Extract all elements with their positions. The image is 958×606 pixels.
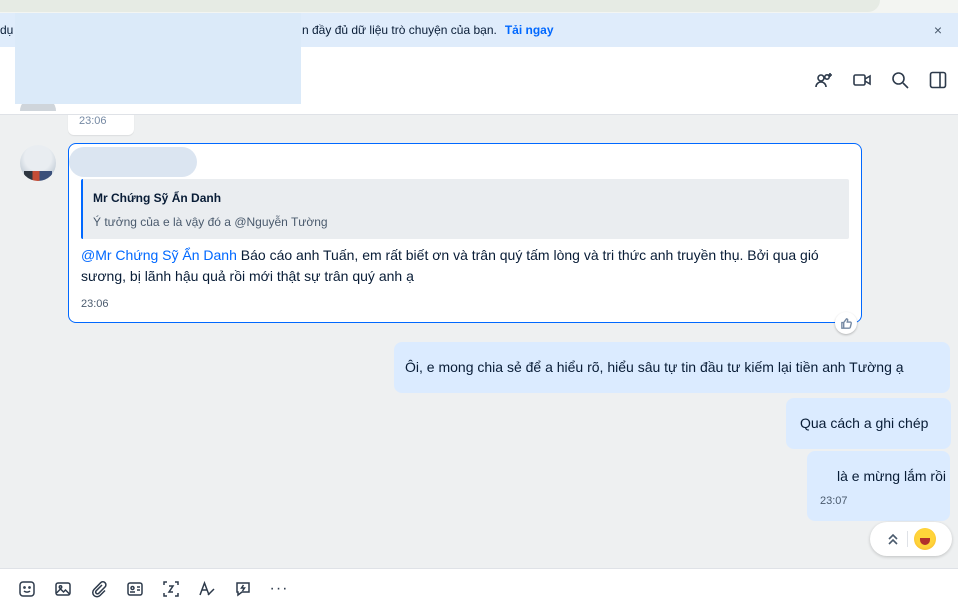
image-button[interactable] [52,578,74,600]
add-member-icon [815,73,832,88]
header-actions [812,67,950,93]
previous-message: 23:06 [68,115,134,135]
message-text: là e mừng lắm rồi [837,468,946,484]
outgoing-message[interactable]: là e mừng lắm rồi 23:07 [807,451,950,521]
toggle-sidebar-button[interactable] [926,67,950,93]
redacted-sender-name [69,147,197,177]
quote-text: Ý tưởng của e là vậy đó a @Nguyễn Tường [93,215,328,229]
floating-actions [870,522,952,556]
close-banner-button[interactable]: × [928,20,948,40]
video-call-button[interactable] [850,67,874,93]
image-icon [55,582,71,596]
close-icon: × [933,22,943,38]
attachment-button[interactable] [88,578,110,600]
screenshot-button[interactable] [160,578,182,600]
banner-left-text: dụ [0,23,14,37]
message-time: 23:06 [81,298,109,310]
message-text: Qua cách a ghi chép [800,415,929,431]
quoted-message[interactable]: Mr Chứng Sỹ Ẩn Danh Ý tưởng của e là vậy… [81,179,849,239]
mention-link[interactable]: @Mr Chứng Sỹ Ẩn Danh [81,247,237,263]
laughing-emoji-icon[interactable] [914,528,936,550]
video-call-icon [853,74,871,86]
sender-avatar[interactable] [20,145,56,181]
quick-message-button[interactable] [232,578,254,600]
composer-toolbar: ··· [0,568,958,606]
attachment-icon [92,581,107,598]
format-text-icon [199,580,215,596]
add-member-button[interactable] [812,67,836,93]
message-text: Ôi, e mong chia sẻ để a hiểu rõ, hiểu sâ… [405,359,904,375]
more-icon: ··· [269,580,289,597]
quote-author: Mr Chứng Sỹ Ẩn Danh [93,191,222,205]
screenshot-icon [163,581,179,597]
banner-message: n đầy đủ dữ liệu trò chuyện của bạn. [302,23,497,37]
top-strip [0,0,958,13]
message-time: 23:06 [79,115,107,127]
sticker-icon [19,581,35,597]
format-text-button[interactable] [196,578,218,600]
double-chevron-up-icon [888,533,898,545]
outgoing-message[interactable]: Ôi, e mong chia sẻ để a hiểu rõ, hiểu sâ… [394,342,950,393]
redacted-region [15,13,301,104]
search-icon [892,72,909,89]
like-reaction-button[interactable] [835,312,857,334]
search-button[interactable] [888,67,912,93]
avatar-image [24,171,52,181]
message-list[interactable]: 23:06 Mr Chứng Sỹ Ẩn Danh Ý tưởng của e … [0,115,958,568]
sidebar-toggle-icon [929,71,947,89]
sticker-button[interactable] [16,578,38,600]
contact-card-button[interactable] [124,578,146,600]
download-now-link[interactable]: Tải ngay [505,23,554,37]
message-text: @Mr Chứng Sỹ Ẩn Danh Báo cáo anh Tuấn, e… [81,245,851,287]
banner-text: n đầy đủ dữ liệu trò chuyện của bạn. Tải … [302,23,554,37]
outgoing-message[interactable]: Qua cách a ghi chép [786,398,951,449]
top-pill [0,0,880,12]
divider [907,531,908,547]
thumbs-up-icon [840,317,852,329]
scroll-to-top-button[interactable] [884,530,902,548]
quick-message-icon [236,582,250,597]
message-time: 23:07 [820,495,848,507]
more-options-button[interactable]: ··· [268,578,290,600]
toolbar-tools: ··· [16,578,290,600]
contact-card-icon [127,582,143,596]
